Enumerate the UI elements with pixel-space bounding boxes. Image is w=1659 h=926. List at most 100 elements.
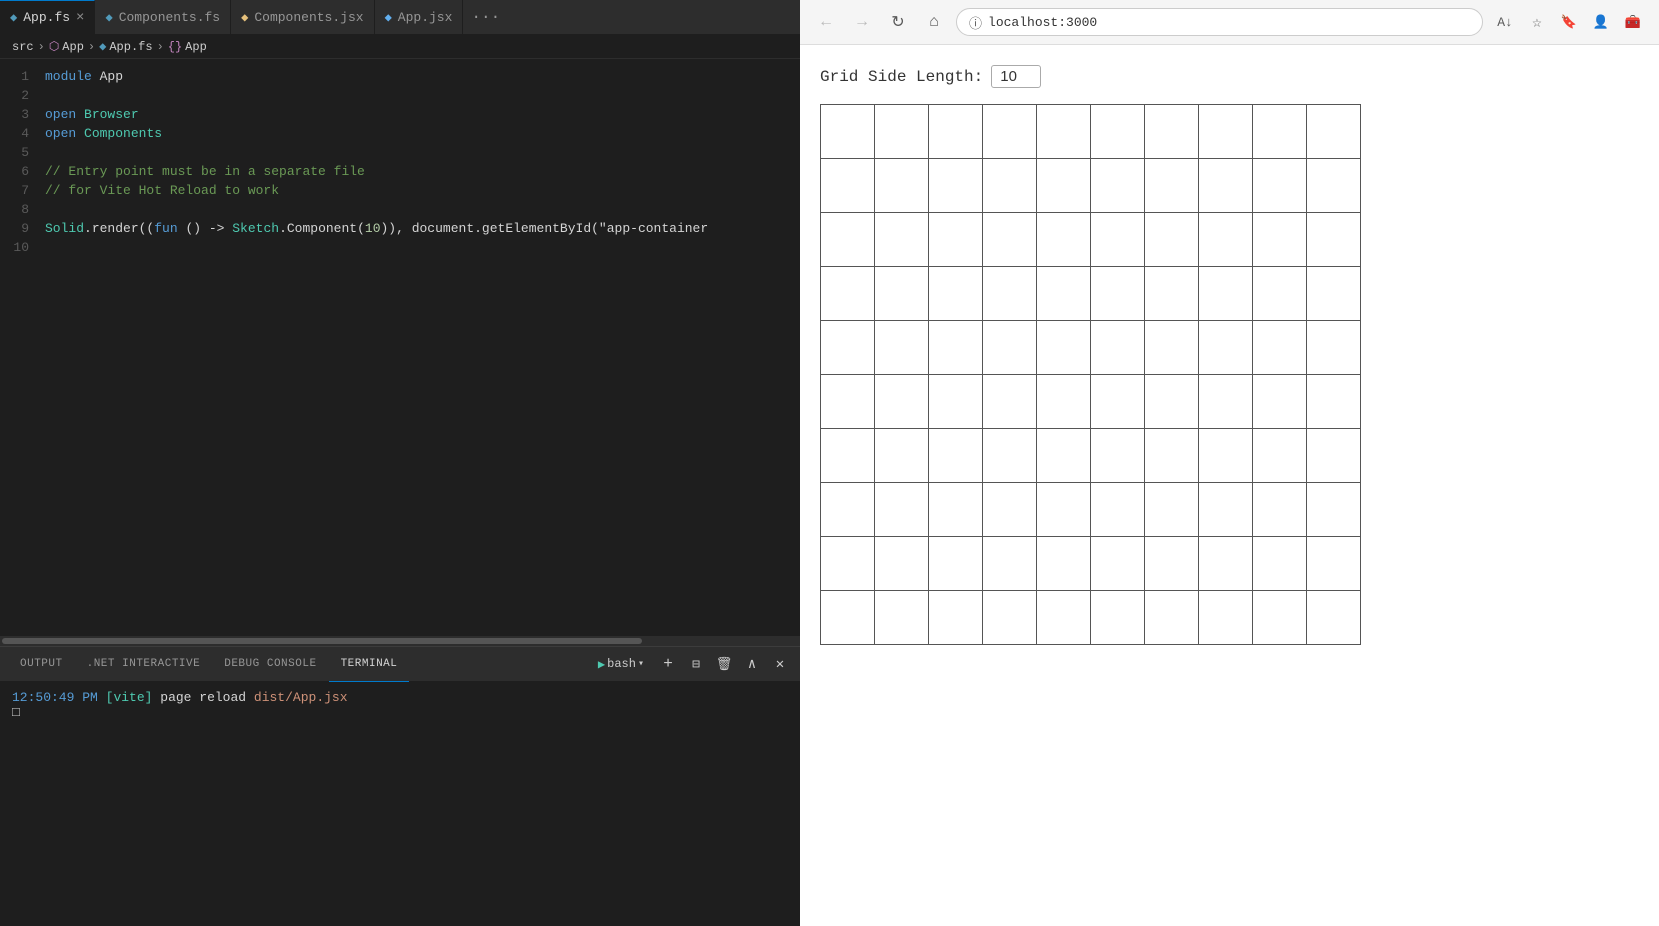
- grid-cell[interactable]: [929, 105, 983, 159]
- grid-cell[interactable]: [1199, 483, 1253, 537]
- grid-cell[interactable]: [1145, 591, 1199, 645]
- back-button[interactable]: ←: [812, 8, 840, 36]
- grid-cell[interactable]: [983, 591, 1037, 645]
- grid-cell[interactable]: [1091, 321, 1145, 375]
- grid-cell[interactable]: [1091, 159, 1145, 213]
- grid-cell[interactable]: [1253, 591, 1307, 645]
- grid-cell[interactable]: [875, 483, 929, 537]
- add-terminal-button[interactable]: +: [656, 652, 680, 676]
- extensions-button[interactable]: 🧰: [1619, 8, 1647, 36]
- tab-components-jsx[interactable]: ◆ Components.jsx: [231, 0, 374, 34]
- grid-cell[interactable]: [1037, 267, 1091, 321]
- home-button[interactable]: ⌂: [920, 8, 948, 36]
- grid-cell[interactable]: [875, 429, 929, 483]
- grid-cell[interactable]: [1091, 267, 1145, 321]
- tab-terminal[interactable]: TERMINAL: [329, 647, 410, 682]
- grid-cell[interactable]: [1091, 375, 1145, 429]
- tab-overflow-menu[interactable]: ···: [463, 0, 508, 34]
- grid-cell[interactable]: [1037, 213, 1091, 267]
- grid-size-input[interactable]: [991, 65, 1041, 88]
- grid-cell[interactable]: [821, 267, 875, 321]
- grid-cell[interactable]: [1145, 375, 1199, 429]
- grid-cell[interactable]: [1307, 213, 1361, 267]
- grid-cell[interactable]: [821, 213, 875, 267]
- grid-cell[interactable]: [929, 213, 983, 267]
- tab-close-app-fs[interactable]: ×: [76, 10, 84, 26]
- grid-cell[interactable]: [983, 537, 1037, 591]
- grid-cell[interactable]: [983, 105, 1037, 159]
- grid-cell[interactable]: [1199, 429, 1253, 483]
- grid-cell[interactable]: [1199, 105, 1253, 159]
- grid-cell[interactable]: [1253, 213, 1307, 267]
- grid-cell[interactable]: [1307, 105, 1361, 159]
- grid-cell[interactable]: [875, 375, 929, 429]
- grid-cell[interactable]: [1253, 159, 1307, 213]
- grid-cell[interactable]: [1145, 105, 1199, 159]
- grid-cell[interactable]: [875, 267, 929, 321]
- grid-cell[interactable]: [1253, 429, 1307, 483]
- grid-cell[interactable]: [875, 159, 929, 213]
- forward-button[interactable]: →: [848, 8, 876, 36]
- grid-cell[interactable]: [1145, 267, 1199, 321]
- grid-cell[interactable]: [1307, 537, 1361, 591]
- grid-cell[interactable]: [1091, 483, 1145, 537]
- grid-cell[interactable]: [875, 213, 929, 267]
- grid-cell[interactable]: [821, 375, 875, 429]
- tab-app-jsx[interactable]: ◆ App.jsx: [375, 0, 464, 34]
- grid-cell[interactable]: [1199, 267, 1253, 321]
- kill-terminal-button[interactable]: 🗑: [712, 652, 736, 676]
- grid-cell[interactable]: [1199, 213, 1253, 267]
- grid-cell[interactable]: [1307, 321, 1361, 375]
- grid-cell[interactable]: [821, 429, 875, 483]
- grid-cell[interactable]: [875, 537, 929, 591]
- grid-cell[interactable]: [1145, 213, 1199, 267]
- grid-cell[interactable]: [983, 483, 1037, 537]
- grid-cell[interactable]: [929, 483, 983, 537]
- maximize-panel-button[interactable]: ∧: [740, 652, 764, 676]
- grid-cell[interactable]: [1199, 159, 1253, 213]
- grid-cell[interactable]: [821, 159, 875, 213]
- read-aloud-button[interactable]: A↓: [1491, 8, 1519, 36]
- grid-cell[interactable]: [1037, 375, 1091, 429]
- editor-horizontal-scrollbar[interactable]: [0, 636, 800, 646]
- grid-cell[interactable]: [1091, 429, 1145, 483]
- grid-cell[interactable]: [983, 267, 1037, 321]
- address-bar[interactable]: ⓘ localhost:3000: [956, 8, 1483, 36]
- grid-cell[interactable]: [983, 159, 1037, 213]
- grid-cell[interactable]: [1199, 591, 1253, 645]
- grid-cell[interactable]: [1091, 213, 1145, 267]
- grid-cell[interactable]: [929, 375, 983, 429]
- tab-output[interactable]: OUTPUT: [8, 647, 75, 682]
- tab-components-fs[interactable]: ◆ Components.fs: [95, 0, 231, 34]
- grid-cell[interactable]: [929, 159, 983, 213]
- grid-cell[interactable]: [875, 105, 929, 159]
- grid-cell[interactable]: [1253, 321, 1307, 375]
- grid-cell[interactable]: [1091, 537, 1145, 591]
- grid-cell[interactable]: [1199, 537, 1253, 591]
- grid-cell[interactable]: [1037, 321, 1091, 375]
- grid-cell[interactable]: [983, 429, 1037, 483]
- tab-net-interactive[interactable]: .NET INTERACTIVE: [75, 647, 213, 682]
- grid-cell[interactable]: [821, 321, 875, 375]
- grid-cell[interactable]: [1253, 105, 1307, 159]
- profile-button[interactable]: 👤: [1587, 8, 1615, 36]
- grid-cell[interactable]: [929, 321, 983, 375]
- grid-cell[interactable]: [821, 105, 875, 159]
- grid-cell[interactable]: [1037, 483, 1091, 537]
- grid-cell[interactable]: [983, 213, 1037, 267]
- grid-cell[interactable]: [983, 375, 1037, 429]
- grid-cell[interactable]: [821, 537, 875, 591]
- close-panel-button[interactable]: ✕: [768, 652, 792, 676]
- tab-debug-console[interactable]: DEBUG CONSOLE: [212, 647, 328, 682]
- grid-cell[interactable]: [929, 591, 983, 645]
- grid-cell[interactable]: [1253, 483, 1307, 537]
- grid-cell[interactable]: [1037, 537, 1091, 591]
- grid-cell[interactable]: [1037, 159, 1091, 213]
- grid-cell[interactable]: [1307, 483, 1361, 537]
- grid-cell[interactable]: [1199, 375, 1253, 429]
- favorites-button[interactable]: ☆: [1523, 8, 1551, 36]
- grid-cell[interactable]: [983, 321, 1037, 375]
- grid-cell[interactable]: [1145, 429, 1199, 483]
- grid-cell[interactable]: [1091, 591, 1145, 645]
- code-editor[interactable]: 1 module App 2 3 open Browser 4 open Com…: [0, 59, 800, 636]
